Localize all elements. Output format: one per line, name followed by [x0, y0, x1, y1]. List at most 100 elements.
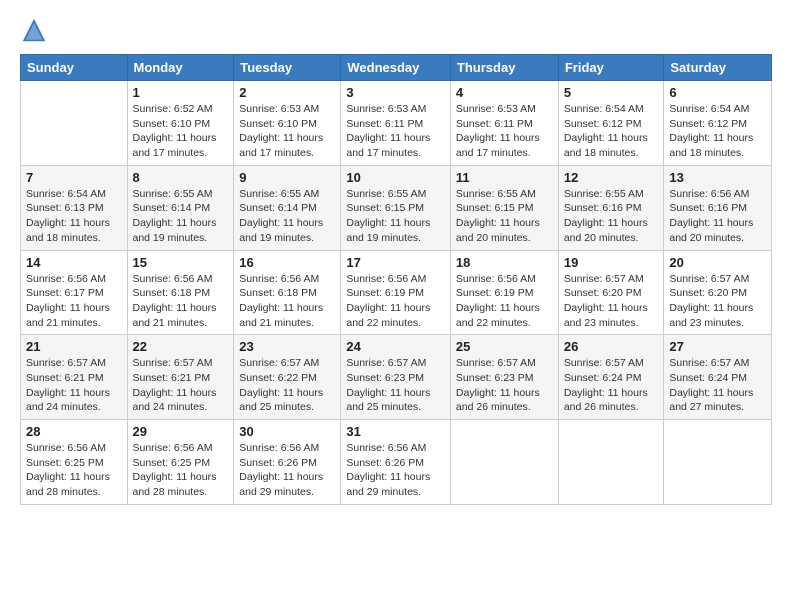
calendar-day-cell: 6 Sunrise: 6:54 AMSunset: 6:12 PMDaylight… [664, 81, 772, 166]
calendar-week-row: 21 Sunrise: 6:57 AMSunset: 6:21 PMDayligh… [21, 335, 772, 420]
calendar-body: 1 Sunrise: 6:52 AMSunset: 6:10 PMDaylight… [21, 81, 772, 505]
day-number: 23 [239, 339, 335, 354]
day-number: 3 [346, 85, 445, 100]
day-info: Sunrise: 6:56 AMSunset: 6:17 PMDaylight:… [26, 272, 122, 331]
calendar-day-cell: 25 Sunrise: 6:57 AMSunset: 6:23 PMDayligh… [450, 335, 558, 420]
day-number: 17 [346, 255, 445, 270]
day-info: Sunrise: 6:55 AMSunset: 6:15 PMDaylight:… [456, 187, 553, 246]
calendar-day-cell: 15Sunrise: 6:56 AMSunset: 6:18 PMDayligh… [127, 250, 234, 335]
header [20, 16, 772, 44]
weekday-header-cell: Monday [127, 55, 234, 81]
day-info: Sunrise: 6:57 AMSunset: 6:20 PMDaylight:… [669, 272, 766, 331]
day-number: 18 [456, 255, 553, 270]
day-number: 14 [26, 255, 122, 270]
day-number: 27 [669, 339, 766, 354]
day-info: Sunrise: 6:53 AMSunset: 6:11 PMDaylight:… [346, 102, 445, 161]
calendar-day-cell: 3 Sunrise: 6:53 AMSunset: 6:11 PMDaylight… [341, 81, 451, 166]
calendar-day-cell: 7Sunrise: 6:54 AMSunset: 6:13 PMDaylight… [21, 165, 128, 250]
weekday-header-cell: Tuesday [234, 55, 341, 81]
calendar-day-cell: 31 Sunrise: 6:56 AMSunset: 6:26 PMDayligh… [341, 420, 451, 505]
day-number: 10 [346, 170, 445, 185]
calendar-day-cell: 19 Sunrise: 6:57 AMSunset: 6:20 PMDayligh… [558, 250, 664, 335]
day-info: Sunrise: 6:55 AMSunset: 6:14 PMDaylight:… [239, 187, 335, 246]
page: SundayMondayTuesdayWednesdayThursdayFrid… [0, 0, 792, 612]
day-number: 5 [564, 85, 659, 100]
calendar-week-row: 28 Sunrise: 6:56 AMSunset: 6:25 PMDayligh… [21, 420, 772, 505]
calendar-day-cell: 12 Sunrise: 6:55 AMSunset: 6:16 PMDayligh… [558, 165, 664, 250]
day-info: Sunrise: 6:56 AMSunset: 6:16 PMDaylight:… [669, 187, 766, 246]
logo [20, 16, 52, 44]
day-number: 6 [669, 85, 766, 100]
day-number: 21 [26, 339, 122, 354]
calendar-header: SundayMondayTuesdayWednesdayThursdayFrid… [21, 55, 772, 81]
calendar-day-cell: 13 Sunrise: 6:56 AMSunset: 6:16 PMDayligh… [664, 165, 772, 250]
logo-icon [20, 16, 48, 44]
day-number: 26 [564, 339, 659, 354]
day-info: Sunrise: 6:57 AMSunset: 6:24 PMDaylight:… [669, 356, 766, 415]
calendar-day-cell: 30Sunrise: 6:56 AMSunset: 6:26 PMDayligh… [234, 420, 341, 505]
calendar-day-cell: 26 Sunrise: 6:57 AMSunset: 6:24 PMDayligh… [558, 335, 664, 420]
calendar-week-row: 14 Sunrise: 6:56 AMSunset: 6:17 PMDayligh… [21, 250, 772, 335]
day-number: 1 [133, 85, 229, 100]
calendar-day-cell: 5 Sunrise: 6:54 AMSunset: 6:12 PMDaylight… [558, 81, 664, 166]
day-number: 25 [456, 339, 553, 354]
day-number: 7 [26, 170, 122, 185]
day-number: 16 [239, 255, 335, 270]
calendar-day-cell: 14 Sunrise: 6:56 AMSunset: 6:17 PMDayligh… [21, 250, 128, 335]
day-number: 12 [564, 170, 659, 185]
day-info: Sunrise: 6:56 AMSunset: 6:26 PMDaylight:… [346, 441, 445, 500]
day-number: 4 [456, 85, 553, 100]
day-info: Sunrise: 6:56 AMSunset: 6:19 PMDaylight:… [346, 272, 445, 331]
day-number: 8 [133, 170, 229, 185]
day-number: 11 [456, 170, 553, 185]
day-info: Sunrise: 6:55 AMSunset: 6:14 PMDaylight:… [133, 187, 229, 246]
day-number: 29 [133, 424, 229, 439]
day-number: 13 [669, 170, 766, 185]
day-number: 31 [346, 424, 445, 439]
calendar-day-cell: 9Sunrise: 6:55 AMSunset: 6:14 PMDaylight… [234, 165, 341, 250]
calendar-week-row: 1 Sunrise: 6:52 AMSunset: 6:10 PMDaylight… [21, 81, 772, 166]
calendar-day-cell: 21 Sunrise: 6:57 AMSunset: 6:21 PMDayligh… [21, 335, 128, 420]
day-info: Sunrise: 6:56 AMSunset: 6:19 PMDaylight:… [456, 272, 553, 331]
weekday-header-cell: Sunday [21, 55, 128, 81]
day-info: Sunrise: 6:57 AMSunset: 6:23 PMDaylight:… [346, 356, 445, 415]
day-number: 15 [133, 255, 229, 270]
calendar-day-cell: 20 Sunrise: 6:57 AMSunset: 6:20 PMDayligh… [664, 250, 772, 335]
weekday-header-cell: Saturday [664, 55, 772, 81]
day-info: Sunrise: 6:57 AMSunset: 6:21 PMDaylight:… [26, 356, 122, 415]
day-info: Sunrise: 6:57 AMSunset: 6:22 PMDaylight:… [239, 356, 335, 415]
day-number: 2 [239, 85, 335, 100]
calendar-day-cell: 11 Sunrise: 6:55 AMSunset: 6:15 PMDayligh… [450, 165, 558, 250]
weekday-header-cell: Wednesday [341, 55, 451, 81]
calendar-day-cell: 29 Sunrise: 6:56 AMSunset: 6:25 PMDayligh… [127, 420, 234, 505]
day-info: Sunrise: 6:55 AMSunset: 6:15 PMDaylight:… [346, 187, 445, 246]
day-number: 24 [346, 339, 445, 354]
weekday-header-cell: Thursday [450, 55, 558, 81]
day-info: Sunrise: 6:52 AMSunset: 6:10 PMDaylight:… [133, 102, 229, 161]
day-info: Sunrise: 6:56 AMSunset: 6:25 PMDaylight:… [133, 441, 229, 500]
day-number: 28 [26, 424, 122, 439]
day-info: Sunrise: 6:54 AMSunset: 6:12 PMDaylight:… [564, 102, 659, 161]
calendar-day-cell: 24 Sunrise: 6:57 AMSunset: 6:23 PMDayligh… [341, 335, 451, 420]
day-info: Sunrise: 6:57 AMSunset: 6:24 PMDaylight:… [564, 356, 659, 415]
calendar-day-cell [450, 420, 558, 505]
day-info: Sunrise: 6:55 AMSunset: 6:16 PMDaylight:… [564, 187, 659, 246]
day-info: Sunrise: 6:54 AMSunset: 6:12 PMDaylight:… [669, 102, 766, 161]
day-info: Sunrise: 6:57 AMSunset: 6:21 PMDaylight:… [133, 356, 229, 415]
calendar-day-cell: 23 Sunrise: 6:57 AMSunset: 6:22 PMDayligh… [234, 335, 341, 420]
calendar-day-cell: 28Sunrise: 6:56 AMSunset: 6:25 PMDayligh… [21, 420, 128, 505]
day-number: 19 [564, 255, 659, 270]
calendar-day-cell: 27 Sunrise: 6:57 AMSunset: 6:24 PMDayligh… [664, 335, 772, 420]
calendar-day-cell: 4 Sunrise: 6:53 AMSunset: 6:11 PMDaylight… [450, 81, 558, 166]
calendar-day-cell: 22Sunrise: 6:57 AMSunset: 6:21 PMDayligh… [127, 335, 234, 420]
calendar-week-row: 7Sunrise: 6:54 AMSunset: 6:13 PMDaylight… [21, 165, 772, 250]
day-info: Sunrise: 6:53 AMSunset: 6:11 PMDaylight:… [456, 102, 553, 161]
calendar-day-cell: 16Sunrise: 6:56 AMSunset: 6:18 PMDayligh… [234, 250, 341, 335]
day-info: Sunrise: 6:57 AMSunset: 6:23 PMDaylight:… [456, 356, 553, 415]
weekday-header-cell: Friday [558, 55, 664, 81]
calendar-day-cell [21, 81, 128, 166]
day-info: Sunrise: 6:57 AMSunset: 6:20 PMDaylight:… [564, 272, 659, 331]
day-number: 30 [239, 424, 335, 439]
calendar-day-cell: 8 Sunrise: 6:55 AMSunset: 6:14 PMDaylight… [127, 165, 234, 250]
day-number: 20 [669, 255, 766, 270]
